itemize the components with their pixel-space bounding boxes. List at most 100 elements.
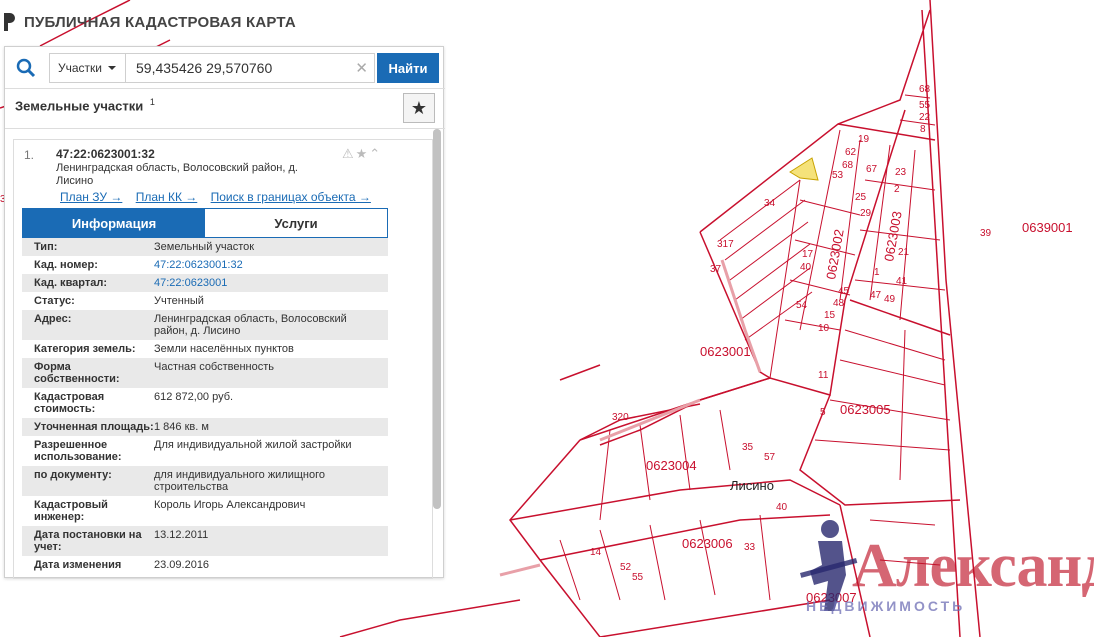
info-row: Тип: Земельный участок (22, 238, 388, 256)
info-value: Земельный участок (154, 241, 255, 253)
info-label: Дата постановки на учет: (34, 529, 142, 553)
info-value-link[interactable]: 47:22:0623001:32 (154, 259, 374, 271)
search-box: Участки ✕ (49, 53, 375, 83)
info-tabs: Информация Услуги (22, 208, 388, 238)
chevron-down-icon (108, 66, 116, 70)
parcel-number: 52 (620, 562, 632, 573)
plan-kk-link[interactable]: План КК → (136, 190, 198, 204)
magnifier-icon[interactable] (5, 47, 47, 89)
search-type-label: Участки (58, 61, 102, 75)
village-label: Лисино (730, 478, 774, 493)
parcel-number: 40 (776, 502, 788, 513)
parcel-number: 2 (894, 184, 900, 195)
search-in-bounds-link[interactable]: Поиск в границах объекта → (211, 190, 371, 204)
info-row: Разрешенное использование: Для индивидуал… (22, 436, 388, 466)
info-row: по документу: для индивидуального жилищно… (22, 466, 388, 496)
parcel-number: 45 (838, 286, 850, 297)
parcel-number: 33 (744, 542, 756, 553)
info-row: Кад. номер: 47:22:0623001:32 (22, 256, 388, 274)
search-panel: Участки ✕ Найти Земельные участки 1 ★ 1.… (4, 46, 445, 579)
tab-services[interactable]: Услуги (205, 209, 387, 237)
parcel-number: 35 (742, 442, 754, 453)
info-label: Кадастровый инженер: (34, 499, 108, 523)
parcel-address: Ленинградская область, Волосовский район… (56, 162, 298, 187)
map-boundary (579, 109, 906, 441)
parcel-number: 47 (870, 290, 882, 301)
parcel-number: 67 (866, 164, 878, 175)
map-lot (759, 514, 771, 601)
parcel-number: 37 (710, 264, 722, 275)
plan-zu-link[interactable]: План ЗУ → (60, 190, 122, 204)
parcel-number: 21 (898, 247, 910, 258)
info-row: Адрес: Ленинградская область, Волосовский… (22, 310, 388, 340)
info-row: Кадастровая стоимость: 612 872,00 руб. (22, 388, 388, 418)
parcel-number: 23 (895, 167, 907, 178)
parcel-number: 68 (919, 84, 931, 95)
parcel-number: 55 (919, 100, 931, 111)
map-lot (724, 199, 806, 261)
close-icon[interactable]: ✕ (355, 59, 368, 77)
edge-number: 39 (980, 228, 992, 239)
info-value: 612 872,00 руб. (154, 391, 234, 403)
parcel-number: 11 (818, 370, 829, 381)
info-label: Кадастровая стоимость: (34, 391, 105, 415)
map-lot (719, 409, 731, 471)
info-label: Дата изменения (34, 559, 122, 571)
info-label: Статус: (34, 295, 75, 307)
info-label: Уточненная площадь: (34, 421, 154, 433)
quarter-label: 0623004 (646, 458, 697, 473)
map-lot (719, 179, 801, 241)
parcel-number: 54 (796, 300, 808, 311)
info-label: по документу: (34, 469, 112, 481)
quarter-label: 0623001 (700, 344, 751, 359)
selected-parcel[interactable] (789, 157, 819, 181)
star-icon[interactable]: ★ (403, 93, 435, 123)
results-header: Земельные участки 1 ★ (5, 89, 445, 129)
result-index: 1. (24, 148, 35, 162)
card-actions-icons[interactable]: ⚠★⌃ (342, 146, 382, 162)
info-label: Адрес: (34, 313, 72, 325)
parcel-card: 1. 47:22:0623001:32 ⚠★⌃ Ленинградская об… (13, 139, 433, 579)
find-button[interactable]: Найти (377, 53, 439, 83)
map-boundary (509, 439, 601, 637)
info-row: Кадастровый инженер: Король Игорь Алексан… (22, 496, 388, 526)
scrollbar-thumb[interactable] (433, 129, 441, 509)
results-title: Земельные участки 1 (15, 97, 155, 113)
results-scrollbar[interactable] (433, 129, 441, 509)
map-lot (814, 439, 951, 451)
parcel-number: 53 (832, 170, 844, 181)
search-input[interactable] (136, 57, 346, 79)
info-label: Кад. номер: (34, 259, 98, 271)
app-title: ПУБЛИЧНАЯ КАДАСТРОВАЯ КАРТА (24, 13, 296, 31)
parcel-number: 22 (919, 112, 931, 123)
map-lot (864, 179, 936, 191)
info-value: Учтенный (154, 295, 204, 307)
info-value-link[interactable]: 47:22:0623001 (154, 277, 374, 289)
info-value: Ленинградская область, Волосовский район… (154, 313, 347, 337)
tab-information[interactable]: Информация (23, 209, 205, 237)
parcel-number: 29 (860, 208, 872, 219)
map-road (499, 563, 541, 577)
parcel-number: 40 (800, 262, 812, 273)
cadastral-number[interactable]: 47:22:0623001:32 (56, 147, 155, 161)
parcel-number: 5 (820, 407, 826, 418)
parcel-number: 48 (833, 298, 845, 309)
parcel-number: 62 (845, 147, 857, 158)
map-boundary (699, 9, 931, 233)
map-lot (599, 529, 621, 601)
map-lot (699, 519, 716, 596)
parcel-number: 55 (632, 572, 644, 583)
parcel-number: 320 (612, 412, 629, 423)
info-table: Тип: Земельный участок Кад. номер: 47:22:0… (22, 238, 388, 574)
parcel-number: 8 (920, 124, 926, 135)
map-lot (739, 267, 811, 321)
map-lot (844, 329, 946, 361)
search-type-select[interactable]: Участки (50, 54, 126, 82)
map-lot (784, 319, 841, 331)
quarter-label: 0623005 (840, 402, 891, 417)
parcel-number: 15 (824, 310, 836, 321)
map-lot (899, 329, 906, 481)
info-value: Король Игорь Александрович (154, 499, 306, 511)
parcel-number: 34 (764, 198, 776, 209)
info-value: Частная собственность (154, 361, 275, 373)
